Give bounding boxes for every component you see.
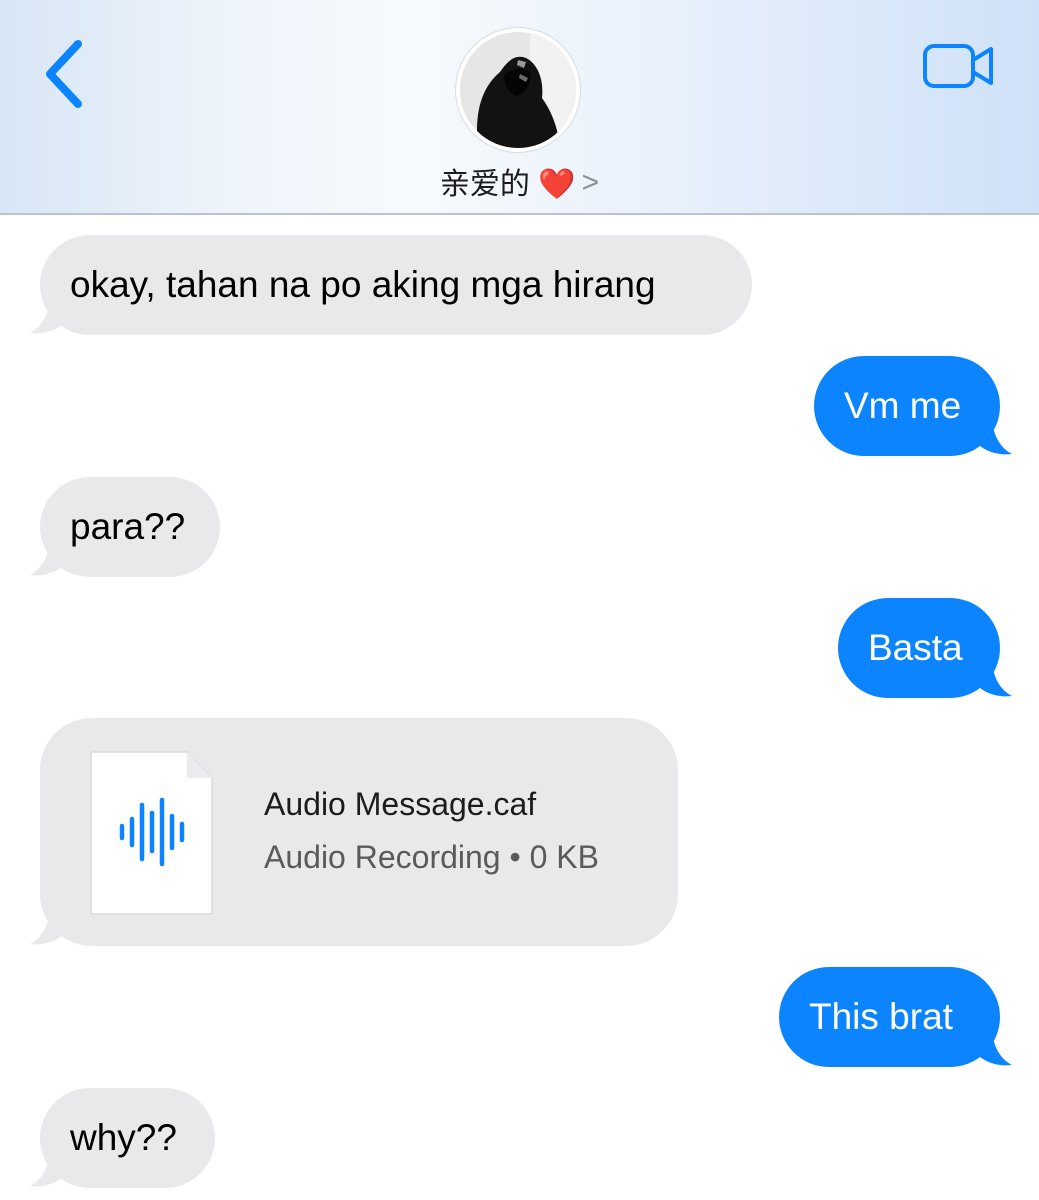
contact-name-row[interactable]: 亲爱的 ❤️ > [0, 160, 1039, 210]
chevron-right-icon: > [581, 166, 600, 199]
bubble-tail [974, 1027, 1012, 1066]
contact-name: 亲爱的 ❤️ [439, 168, 576, 201]
attachment-subtitle: Audio Recording • 0 KB [264, 839, 599, 875]
message-text: Vm me [844, 385, 962, 426]
bubble-tail [974, 658, 1012, 697]
message-bubble-sent[interactable]: Vm me [814, 356, 1000, 456]
contact-avatar[interactable] [456, 28, 580, 152]
audio-file-icon [90, 751, 213, 915]
message-bubble-sent[interactable]: This brat [779, 967, 1000, 1067]
video-call-button[interactable] [918, 38, 998, 94]
audio-attachment-bubble[interactable]: Audio Message.caf Audio Recording • 0 KB [40, 718, 678, 946]
bubble-tail [30, 295, 68, 334]
message-text: This brat [809, 996, 953, 1037]
chevron-left-icon [46, 40, 82, 108]
bubble-tail [30, 537, 68, 576]
attachment-title: Audio Message.caf [264, 786, 537, 822]
message-text: why?? [70, 1117, 177, 1158]
bubble-tail [974, 416, 1012, 455]
message-text: Basta [868, 627, 963, 668]
avatar-photo [460, 32, 576, 148]
video-camera-icon [923, 44, 993, 88]
message-text: para?? [70, 506, 186, 547]
bubble-tail [30, 906, 68, 945]
back-button[interactable] [40, 36, 92, 112]
message-bubble-received[interactable]: okay, tahan na po aking mga hirang [40, 235, 752, 335]
conversation-header: 亲爱的 ❤️ > [0, 0, 1039, 215]
message-text: okay, tahan na po aking mga hirang [70, 264, 656, 305]
bubble-tail [30, 1148, 68, 1187]
